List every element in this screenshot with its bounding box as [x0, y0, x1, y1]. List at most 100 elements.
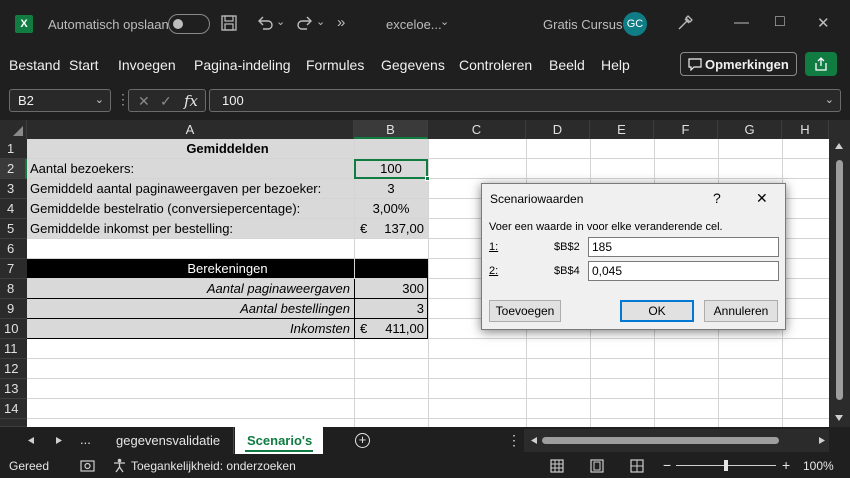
- maximize-icon[interactable]: □: [775, 13, 785, 31]
- tab-start[interactable]: Start: [69, 57, 99, 73]
- column-header-h[interactable]: H: [782, 120, 829, 139]
- designer-icon[interactable]: [676, 14, 694, 32]
- more-commands-icon[interactable]: »: [337, 14, 345, 31]
- row-header-12[interactable]: 12: [0, 359, 27, 379]
- cell-b10[interactable]: 411,00: [354, 319, 424, 339]
- row-header-8[interactable]: 8: [0, 279, 27, 299]
- column-header-a[interactable]: A: [27, 120, 354, 139]
- cell-a1[interactable]: Gemiddelden: [27, 139, 428, 159]
- cell-a4[interactable]: Gemiddelde bestelratio (conversiepercent…: [30, 199, 350, 219]
- page-break-view-icon[interactable]: [630, 459, 644, 473]
- tab-gegevensvalidatie[interactable]: gegevensvalidatie: [102, 427, 234, 454]
- tab-beeld[interactable]: Beeld: [549, 57, 585, 73]
- tab-bestand[interactable]: Bestand: [9, 57, 60, 73]
- close-icon[interactable]: ✕: [817, 14, 830, 32]
- more-sheets-icon[interactable]: ...: [80, 432, 91, 447]
- name-box[interactable]: B2 ⌄: [9, 89, 111, 112]
- accessibility-icon[interactable]: [112, 458, 127, 473]
- row-header-2[interactable]: 2: [0, 159, 27, 179]
- ok-button[interactable]: OK: [620, 300, 694, 322]
- cell-a2[interactable]: Aantal bezoekers:: [30, 159, 350, 179]
- filename-dropdown-icon[interactable]: ⌄: [440, 15, 449, 28]
- tab-gegevens[interactable]: Gegevens: [381, 57, 445, 73]
- row-header-15[interactable]: [0, 419, 27, 427]
- tab-controleren[interactable]: Controleren: [459, 57, 532, 73]
- accessibility-status[interactable]: Toegankelijkheid: onderzoeken: [131, 459, 296, 473]
- account-name[interactable]: Gratis Cursus: [543, 17, 622, 32]
- formula-expand-icon[interactable]: ⌄: [825, 93, 834, 106]
- redo-dropdown-icon[interactable]: ⌄: [316, 15, 325, 28]
- scroll-down-icon[interactable]: [834, 414, 844, 422]
- horizontal-scroll-thumb[interactable]: [542, 437, 779, 444]
- scroll-right-icon[interactable]: [818, 436, 826, 445]
- zoom-slider-thumb[interactable]: [724, 460, 728, 471]
- previous-sheet-icon[interactable]: [27, 436, 35, 445]
- add-button[interactable]: Toevoegen: [489, 300, 561, 322]
- column-header-c[interactable]: C: [428, 120, 526, 139]
- column-header-d[interactable]: D: [526, 120, 590, 139]
- cell-b8[interactable]: 300: [354, 279, 424, 299]
- macro-recording-icon[interactable]: [80, 459, 95, 473]
- column-header-f[interactable]: F: [654, 120, 718, 139]
- cell-b3[interactable]: 3: [354, 179, 428, 199]
- minimize-icon[interactable]: —: [734, 14, 749, 31]
- tab-pagina-indeling[interactable]: Pagina-indeling: [194, 57, 291, 73]
- add-sheet-button[interactable]: +: [355, 433, 370, 448]
- page-layout-view-icon[interactable]: [590, 459, 604, 473]
- row-header-1[interactable]: 1: [0, 139, 27, 159]
- cell-b5[interactable]: 137,00: [354, 219, 424, 239]
- cell-a3[interactable]: Gemiddeld aantal paginaweergaven per bez…: [30, 179, 350, 199]
- value-input-2[interactable]: 0,045: [588, 261, 779, 281]
- column-header-g[interactable]: G: [718, 120, 782, 139]
- tab-scenarios[interactable]: Scenario's: [235, 427, 323, 454]
- cell-a7[interactable]: Berekeningen: [27, 259, 428, 279]
- cell-a9[interactable]: Aantal bestellingen: [27, 299, 350, 319]
- tab-help[interactable]: Help: [601, 57, 630, 73]
- cell-a8[interactable]: Aantal paginaweergaven: [27, 279, 350, 299]
- cell-b9[interactable]: 3: [354, 299, 424, 319]
- cell-a5[interactable]: Gemiddelde inkomst per bestelling:: [30, 219, 350, 239]
- scroll-left-icon[interactable]: [530, 436, 538, 445]
- tab-formules[interactable]: Formules: [306, 57, 364, 73]
- row-header-5[interactable]: 5: [0, 219, 27, 239]
- redo-icon[interactable]: [296, 15, 314, 31]
- cell-a10[interactable]: Inkomsten: [27, 319, 350, 339]
- name-box-dropdown-icon[interactable]: ⌄: [95, 93, 104, 106]
- column-header-e[interactable]: E: [590, 120, 654, 139]
- select-all-corner[interactable]: [0, 120, 27, 139]
- row-header-6[interactable]: 6: [0, 239, 27, 259]
- undo-dropdown-icon[interactable]: ⌄: [276, 15, 285, 28]
- save-icon[interactable]: [221, 15, 237, 31]
- dialog-close-icon[interactable]: ✕: [756, 190, 768, 207]
- value-input-1[interactable]: 185: [588, 237, 779, 257]
- row-header-7[interactable]: 7: [0, 259, 27, 279]
- avatar[interactable]: GC: [623, 12, 647, 36]
- column-header-b[interactable]: B: [354, 120, 428, 139]
- zoom-level[interactable]: 100%: [803, 459, 834, 473]
- vertical-scrollbar[interactable]: [829, 120, 850, 427]
- next-sheet-icon[interactable]: [55, 436, 63, 445]
- undo-icon[interactable]: [256, 15, 274, 31]
- normal-view-icon[interactable]: [550, 459, 564, 473]
- cancel-button[interactable]: Annuleren: [704, 300, 778, 322]
- insert-function-icon[interactable]: fx: [184, 92, 198, 110]
- autosave-toggle[interactable]: [168, 14, 210, 34]
- horizontal-scrollbar[interactable]: [524, 429, 829, 452]
- formula-input[interactable]: 100 ⌄: [209, 89, 841, 112]
- scroll-up-icon[interactable]: [834, 142, 844, 150]
- zoom-in-icon[interactable]: +: [782, 457, 790, 473]
- row-header-11[interactable]: 11: [0, 339, 27, 359]
- help-icon[interactable]: ?: [713, 190, 721, 206]
- vertical-scroll-thumb[interactable]: [836, 160, 843, 400]
- tab-invoegen[interactable]: Invoegen: [118, 57, 176, 73]
- cell-b4[interactable]: 3,00%: [354, 199, 428, 219]
- row-header-3[interactable]: 3: [0, 179, 27, 199]
- share-button[interactable]: [805, 52, 837, 76]
- row-header-4[interactable]: 4: [0, 199, 27, 219]
- tab-splitter-icon[interactable]: ⋮: [507, 432, 521, 449]
- comments-button[interactable]: Opmerkingen: [680, 52, 797, 76]
- row-header-14[interactable]: 14: [0, 399, 27, 419]
- file-name[interactable]: exceloe...: [386, 17, 442, 32]
- enter-icon[interactable]: ✓: [160, 93, 172, 110]
- cell-b2[interactable]: 100: [354, 159, 428, 179]
